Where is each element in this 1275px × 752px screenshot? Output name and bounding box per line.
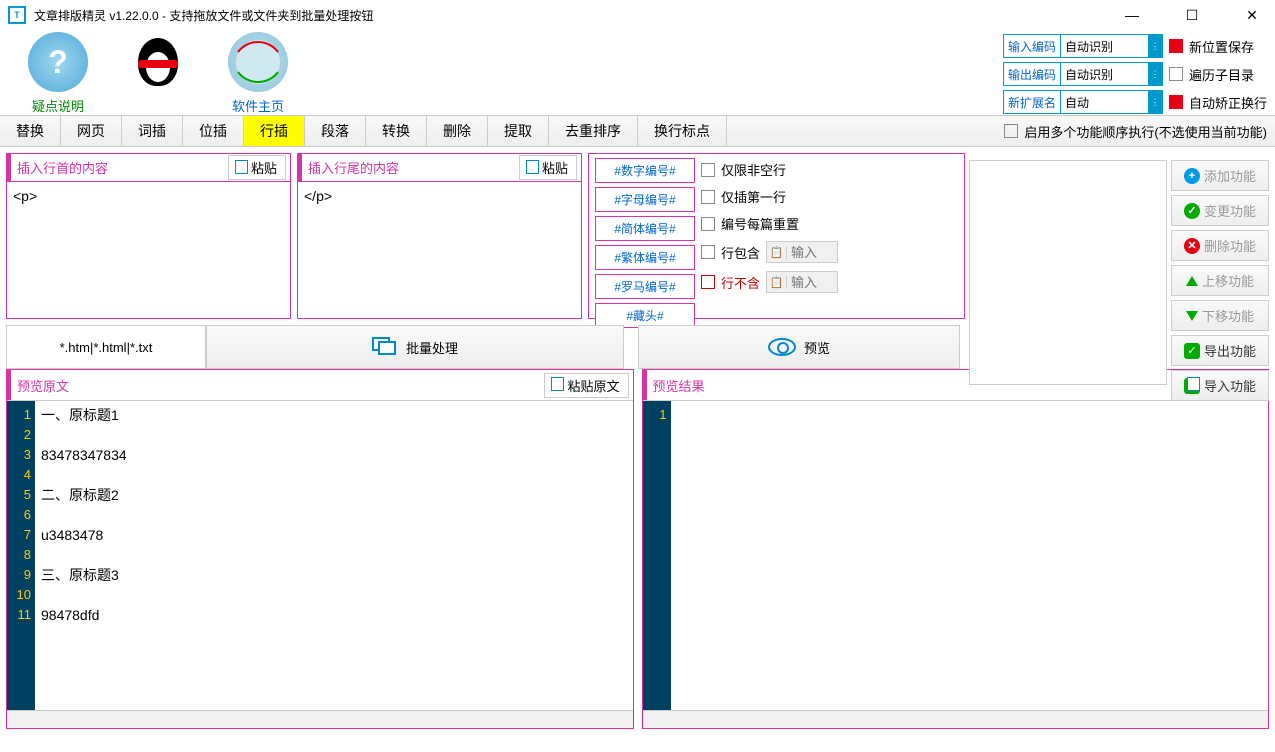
traverse-checkbox[interactable] bbox=[1169, 67, 1183, 81]
reset-each-checkbox[interactable] bbox=[701, 217, 715, 231]
import-function-button[interactable]: ✓导入功能 bbox=[1171, 370, 1269, 401]
tag-number[interactable]: #数字编号# bbox=[595, 158, 695, 183]
paste-icon bbox=[553, 379, 564, 391]
change-function-button[interactable]: ✓变更功能 bbox=[1171, 195, 1269, 226]
eye-icon bbox=[768, 338, 796, 356]
result-editor[interactable]: 1 bbox=[643, 400, 1269, 710]
app-icon: T bbox=[8, 6, 26, 24]
tag-simplified[interactable]: #简体编号# bbox=[595, 216, 695, 241]
tab-convert[interactable]: 转换 bbox=[366, 116, 427, 146]
enable-sequence-checkbox[interactable] bbox=[1004, 124, 1018, 138]
penguin-icon bbox=[128, 32, 188, 92]
notcontains-input-group[interactable]: 📋 bbox=[766, 271, 838, 293]
tag-roman[interactable]: #罗马编号# bbox=[595, 274, 695, 299]
tab-wordinsert[interactable]: 词插 bbox=[122, 116, 183, 146]
minimize-button[interactable]: — bbox=[1117, 5, 1147, 25]
contains-input[interactable] bbox=[787, 245, 837, 260]
insert-head-title: 插入行首的内容 bbox=[11, 158, 228, 177]
window-title: 文章排版精灵 v1.22.0.0 - 支持拖放文件或文件夹到批量处理按钮 bbox=[34, 7, 1117, 24]
newpos-checkbox[interactable] bbox=[1169, 39, 1183, 53]
arrow-down-icon bbox=[1186, 311, 1198, 321]
function-list[interactable] bbox=[969, 160, 1167, 385]
qq-button[interactable] bbox=[108, 32, 208, 92]
file-filter-input[interactable]: *.htm|*.html|*.txt bbox=[6, 325, 206, 369]
tab-replace[interactable]: 替换 bbox=[0, 116, 61, 146]
source-editor[interactable]: 1234567891011 一、原标题1 83478347834 二、原标题2 … bbox=[7, 400, 633, 710]
source-text[interactable]: 一、原标题1 83478347834 二、原标题2 u3483478 三、原标题… bbox=[35, 401, 633, 710]
input-encoding-select[interactable]: 输入编码 自动识别 ⋮ bbox=[1003, 34, 1163, 58]
tab-delete[interactable]: 删除 bbox=[427, 116, 488, 146]
result-text[interactable] bbox=[671, 401, 1269, 710]
stack-icon bbox=[372, 337, 398, 357]
copy-icon bbox=[1189, 379, 1200, 391]
tab-linebreak[interactable]: 换行标点 bbox=[638, 116, 727, 146]
contains-checkbox[interactable] bbox=[701, 245, 715, 259]
maximize-button[interactable]: ☐ bbox=[1177, 5, 1207, 25]
output-encoding-select[interactable]: 输出编码 自动识别 ⋮ bbox=[1003, 62, 1163, 86]
tab-lineinsert[interactable]: 行插 bbox=[244, 116, 305, 146]
preview-source-title: 预览原文 bbox=[11, 376, 544, 395]
paste-icon: 📋 bbox=[767, 246, 787, 259]
insert-head-textarea[interactable] bbox=[7, 182, 290, 318]
tab-extract[interactable]: 提取 bbox=[488, 116, 549, 146]
tag-traditional[interactable]: #繁体编号# bbox=[595, 245, 695, 270]
batch-process-button[interactable]: 批量处理 bbox=[206, 325, 624, 369]
contains-input-group[interactable]: 📋 bbox=[766, 241, 838, 263]
x-icon: ✕ bbox=[1184, 238, 1200, 254]
insert-tail-title: 插入行尾的内容 bbox=[302, 158, 519, 177]
check-icon: ✓ bbox=[1184, 343, 1200, 359]
paste-source-button[interactable]: 粘贴原文 bbox=[544, 373, 628, 398]
scrollbar[interactable] bbox=[643, 710, 1269, 728]
movedown-function-button[interactable]: 下移功能 bbox=[1171, 300, 1269, 331]
enable-sequence-row: 启用多个功能顺序执行(不选使用当前功能) bbox=[996, 116, 1275, 146]
scrollbar[interactable] bbox=[7, 710, 633, 728]
moveup-function-button[interactable]: 上移功能 bbox=[1171, 265, 1269, 296]
plus-icon: + bbox=[1184, 168, 1200, 184]
tab-dedup[interactable]: 去重排序 bbox=[549, 116, 638, 146]
check-icon: ✓ bbox=[1184, 203, 1200, 219]
tab-webpage[interactable]: 网页 bbox=[61, 116, 122, 146]
close-button[interactable]: ✕ bbox=[1237, 5, 1267, 25]
delete-function-button[interactable]: ✕删除功能 bbox=[1171, 230, 1269, 261]
paste-icon bbox=[237, 162, 248, 174]
autofix-label: 自动矫正换行 bbox=[1189, 93, 1267, 112]
newpos-label: 新位置保存 bbox=[1189, 37, 1254, 56]
line-gutter: 1 bbox=[643, 401, 671, 710]
export-function-button[interactable]: ✓导出功能 bbox=[1171, 335, 1269, 366]
tag-letter[interactable]: #字母编号# bbox=[595, 187, 695, 212]
homepage-button[interactable]: 软件主页 bbox=[208, 32, 308, 115]
help-icon: ? bbox=[28, 32, 88, 92]
autofix-checkbox[interactable] bbox=[1169, 95, 1183, 109]
chevron-down-icon: ⋮ bbox=[1148, 63, 1162, 85]
arrow-up-icon bbox=[1186, 276, 1198, 286]
paste-icon bbox=[528, 162, 539, 174]
preview-button[interactable]: 预览 bbox=[638, 325, 960, 369]
chevron-down-icon: ⋮ bbox=[1148, 91, 1162, 113]
insert-tail-textarea[interactable] bbox=[298, 182, 581, 318]
not-contains-checkbox[interactable] bbox=[701, 275, 715, 289]
chevron-down-icon: ⋮ bbox=[1148, 35, 1162, 57]
line-gutter: 1234567891011 bbox=[7, 401, 35, 710]
extension-select[interactable]: 新扩展名 自动 ⋮ bbox=[1003, 90, 1163, 114]
help-button[interactable]: ? 疑点说明 bbox=[8, 32, 108, 115]
tab-posinsert[interactable]: 位插 bbox=[183, 116, 244, 146]
add-function-button[interactable]: +添加功能 bbox=[1171, 160, 1269, 191]
paste-head-button[interactable]: 粘贴 bbox=[228, 155, 286, 180]
notcontains-input[interactable] bbox=[787, 275, 837, 290]
traverse-label: 遍历子目录 bbox=[1189, 65, 1254, 84]
paste-tail-button[interactable]: 粘贴 bbox=[519, 155, 577, 180]
paste-icon: 📋 bbox=[767, 276, 787, 289]
main-tabs: 替换 网页 词插 位插 行插 段落 转换 删除 提取 去重排序 换行标点 启用多… bbox=[0, 115, 1275, 147]
globe-icon bbox=[228, 32, 288, 92]
only-nonempty-checkbox[interactable] bbox=[701, 163, 715, 177]
only-first-checkbox[interactable] bbox=[701, 190, 715, 204]
tab-paragraph[interactable]: 段落 bbox=[305, 116, 366, 146]
